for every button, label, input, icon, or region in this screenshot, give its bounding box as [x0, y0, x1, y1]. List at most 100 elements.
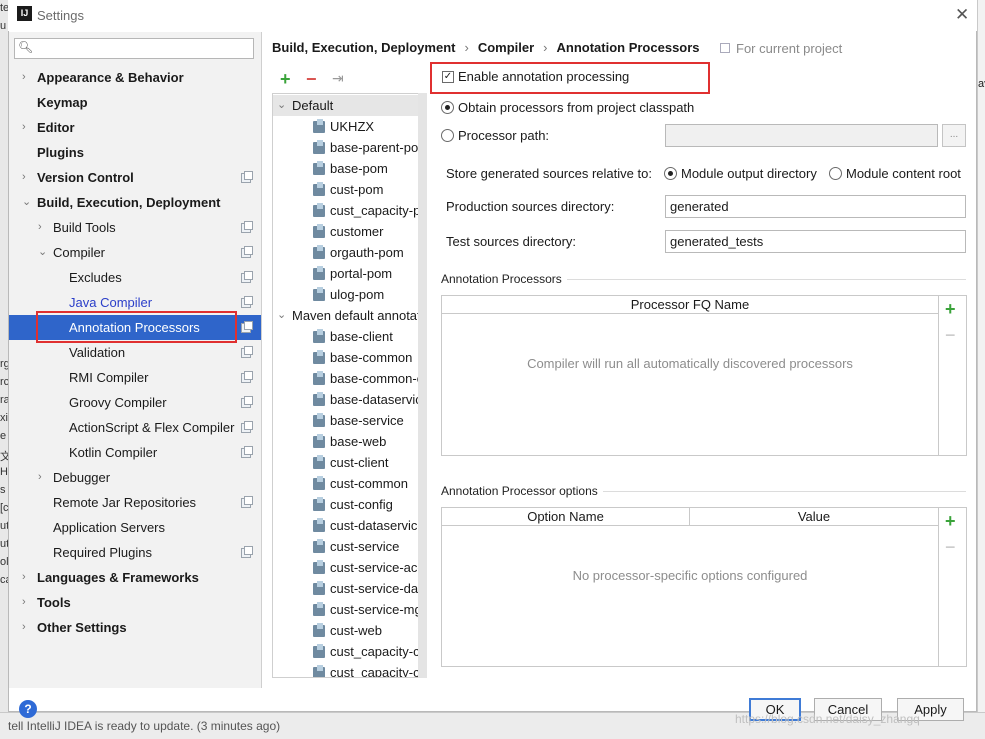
sidebar-item[interactable]: Application Servers: [9, 515, 261, 540]
sidebar-item-label: Kotlin Compiler: [69, 445, 158, 460]
remove-processor-button[interactable]: −: [945, 326, 956, 344]
add-processor-button[interactable]: +: [945, 300, 956, 318]
add-option-button[interactable]: +: [945, 512, 956, 530]
module-item[interactable]: customer: [273, 221, 419, 242]
module-item[interactable]: cust_capacity-client: [273, 641, 426, 662]
sidebar-item[interactable]: RMI Compiler: [9, 365, 261, 390]
sidebar-item[interactable]: ActionScript & Flex Compiler: [9, 415, 261, 440]
module-item[interactable]: cust-common: [273, 473, 419, 494]
sidebar-item[interactable]: › Editor: [9, 115, 261, 140]
module-item[interactable]: portal-pom: [273, 263, 419, 284]
move-to-profile-button[interactable]: ⇥: [332, 70, 344, 87]
chevron-right-icon[interactable]: ›: [22, 590, 26, 615]
sidebar-item[interactable]: › Tools: [9, 590, 261, 615]
project-level-icon: [241, 371, 253, 383]
module-item[interactable]: base-dataservice: [273, 389, 426, 410]
breadcrumb-part[interactable]: Build, Execution, Deployment: [272, 40, 455, 55]
chevron-right-icon[interactable]: ›: [38, 215, 42, 240]
module-item[interactable]: cust-service-acct: [273, 557, 426, 578]
test-sources-field[interactable]: generated_tests: [665, 230, 966, 253]
sidebar-item-label: Appearance & Behavior: [37, 70, 184, 85]
module-item[interactable]: cust-client: [273, 452, 419, 473]
breadcrumb-part[interactable]: Compiler: [478, 40, 534, 55]
module-item[interactable]: ulog-pom: [273, 284, 419, 305]
sidebar-item[interactable]: › Other Settings: [9, 615, 261, 640]
chevron-right-icon[interactable]: ›: [38, 465, 42, 490]
column-header[interactable]: Processor FQ Name: [442, 296, 938, 313]
module-item[interactable]: orgauth-pom: [273, 242, 419, 263]
module-item[interactable]: base-parent-pom: [273, 137, 426, 158]
module-content-radio[interactable]: [829, 167, 842, 180]
sidebar-item[interactable]: Remote Jar Repositories: [9, 490, 261, 515]
remove-option-button[interactable]: −: [945, 538, 956, 556]
sidebar-item[interactable]: Kotlin Compiler: [9, 440, 261, 465]
options-table[interactable]: Option Name Value No processor-specific …: [441, 507, 939, 667]
chevron-down-icon[interactable]: ⌄: [22, 190, 31, 215]
chevron-right-icon[interactable]: ›: [22, 65, 26, 90]
sidebar-item[interactable]: › Version Control: [9, 165, 261, 190]
obtain-from-classpath-label[interactable]: Obtain processors from project classpath: [458, 100, 694, 115]
module-output-label[interactable]: Module output directory: [681, 166, 817, 181]
processor-path-field[interactable]: [665, 124, 938, 147]
module-item[interactable]: cust-dataservice: [273, 515, 425, 536]
sidebar-item[interactable]: ⌄ Build, Execution, Deployment: [9, 190, 261, 215]
processors-table[interactable]: Processor FQ Name Compiler will run all …: [441, 295, 939, 456]
module-output-radio[interactable]: [664, 167, 677, 180]
search-input[interactable]: 🔍︎: [14, 38, 254, 59]
chevron-right-icon[interactable]: ›: [22, 165, 26, 190]
profile-group[interactable]: ⌄ Default: [273, 95, 419, 116]
sidebar-item[interactable]: ⌄ Compiler: [9, 240, 261, 265]
module-item[interactable]: cust-service: [273, 536, 419, 557]
production-sources-field[interactable]: generated: [665, 195, 966, 218]
add-profile-button[interactable]: +: [280, 69, 291, 90]
obtain-from-classpath-radio[interactable]: [441, 101, 454, 114]
chevron-right-icon[interactable]: ›: [22, 615, 26, 640]
processor-path-radio[interactable]: [441, 129, 454, 142]
module-item[interactable]: cust-service-mgmt: [273, 599, 426, 620]
module-item[interactable]: base-common-client: [273, 368, 426, 389]
module-item[interactable]: base-pom: [273, 158, 419, 179]
module-item[interactable]: cust-service-data: [273, 578, 426, 599]
chevron-down-icon[interactable]: ⌄: [277, 95, 286, 116]
sidebar-item[interactable]: Groovy Compiler: [9, 390, 261, 415]
sidebar-item[interactable]: Required Plugins: [9, 540, 261, 565]
background-fragment: ut: [0, 538, 8, 550]
sidebar-item[interactable]: › Languages & Frameworks: [9, 565, 261, 590]
module-item[interactable]: cust_capacity-pom: [273, 200, 426, 221]
chevron-right-icon[interactable]: ›: [22, 115, 26, 140]
sidebar-item[interactable]: Validation: [9, 340, 261, 365]
close-icon[interactable]: ✕: [955, 5, 969, 25]
chevron-down-icon[interactable]: ⌄: [277, 305, 286, 326]
browse-button[interactable]: ...: [942, 124, 966, 147]
test-sources-label: Test sources directory:: [446, 234, 577, 249]
module-item[interactable]: cust_capacity-core: [273, 662, 426, 677]
module-item[interactable]: base-web: [273, 431, 419, 452]
module-item[interactable]: base-service: [273, 410, 419, 431]
sidebar-item[interactable]: › Build Tools: [9, 215, 261, 240]
remove-profile-button[interactable]: −: [306, 69, 317, 90]
sidebar-item[interactable]: Plugins: [9, 140, 261, 165]
module-item[interactable]: cust-config: [273, 494, 419, 515]
module-item[interactable]: base-client: [273, 326, 419, 347]
module-content-label[interactable]: Module content root: [846, 166, 961, 181]
chevron-down-icon[interactable]: ⌄: [38, 240, 47, 265]
background-fragment: te: [0, 2, 8, 14]
processor-path-label[interactable]: Processor path:: [458, 128, 549, 143]
enable-annotation-checkbox[interactable]: ✓: [442, 71, 454, 83]
profile-group[interactable]: ⌄ Maven default annotation processors: [273, 305, 426, 326]
profiles-scrollbar[interactable]: [418, 93, 427, 678]
module-item[interactable]: cust-pom: [273, 179, 419, 200]
sidebar-item[interactable]: › Debugger: [9, 465, 261, 490]
module-item[interactable]: base-common: [273, 347, 419, 368]
breadcrumb-separator: ›: [464, 40, 469, 55]
chevron-right-icon[interactable]: ›: [22, 565, 26, 590]
module-item[interactable]: UKHZX: [273, 116, 419, 137]
enable-annotation-label[interactable]: Enable annotation processing: [458, 69, 629, 84]
help-icon[interactable]: ?: [19, 700, 37, 718]
sidebar-item[interactable]: › Appearance & Behavior: [9, 65, 261, 90]
sidebar-item[interactable]: Excludes: [9, 265, 261, 290]
module-item[interactable]: cust-web: [273, 620, 419, 641]
column-header[interactable]: Option Name: [442, 508, 690, 525]
sidebar-item[interactable]: Keymap: [9, 90, 261, 115]
column-header[interactable]: Value: [690, 508, 938, 525]
